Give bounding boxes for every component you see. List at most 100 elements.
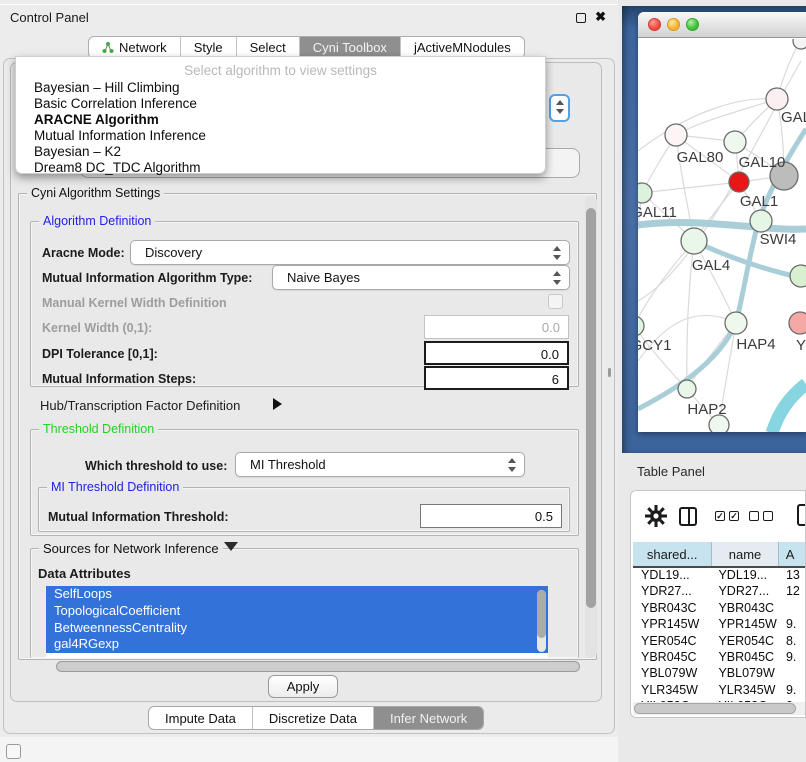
table-body[interactable]: YDL19...YDL19...13 YDR27...YDR27...12 YB… bbox=[633, 568, 806, 702]
spinner-arrows-icon bbox=[556, 100, 565, 114]
kernel-width-field[interactable]: 0.0 bbox=[424, 315, 569, 339]
table-row[interactable]: YBR045CYBR045C9. bbox=[633, 650, 806, 666]
hub-definition-toggle[interactable]: Hub/Transcription Factor Definition bbox=[40, 398, 240, 413]
attribute-item-selected[interactable]: gal4RGexp bbox=[46, 636, 548, 653]
tab-cyni-toolbox[interactable]: Cyni Toolbox bbox=[300, 37, 401, 58]
table-row[interactable]: YER054CYER054C8. bbox=[633, 634, 806, 650]
sources-group-title[interactable]: Sources for Network Inference bbox=[39, 541, 223, 556]
table-row[interactable]: YBL079WYBL079W bbox=[633, 666, 806, 682]
application-window: Control Panel ✖ Network Style Select Cyn… bbox=[0, 0, 806, 762]
node-gcy1[interactable] bbox=[638, 316, 644, 336]
panel-splitter-handle[interactable] bbox=[608, 368, 611, 377]
column-header[interactable]: shared... bbox=[633, 542, 712, 566]
table-row[interactable]: YDL19...YDL19...13 bbox=[633, 568, 806, 584]
manual-kernel-width-label: Manual Kernel Width Definition bbox=[42, 296, 227, 310]
tab-style[interactable]: Style bbox=[181, 37, 237, 58]
unchecked-checkbox-icon[interactable] bbox=[763, 511, 773, 521]
tab-network[interactable]: Network bbox=[89, 37, 181, 58]
table-horizontal-scrollbar[interactable] bbox=[633, 702, 805, 715]
table-row[interactable]: YPR145WYPR145W9. bbox=[633, 617, 806, 633]
close-window-icon[interactable] bbox=[648, 18, 661, 31]
mi-steps-field[interactable]: 6 bbox=[424, 366, 569, 390]
spinner-arrows-icon bbox=[553, 271, 562, 285]
checked-checkbox-icon[interactable]: ✓ bbox=[729, 511, 739, 521]
threshold-definition-title: Threshold Definition bbox=[39, 422, 158, 436]
document-icon[interactable] bbox=[797, 504, 806, 526]
float-panel-icon[interactable] bbox=[576, 13, 586, 23]
tab-discretize-data[interactable]: Discretize Data bbox=[253, 707, 374, 729]
dpi-tolerance-label: DPI Tolerance [0,1]: bbox=[42, 347, 158, 361]
checked-checkbox-icon[interactable]: ✓ bbox=[715, 511, 725, 521]
table-row[interactable]: YBR043CYBR043C bbox=[633, 601, 806, 617]
network-canvas[interactable]: GAL GAL80 GAL10 GAL1 GAL11 SWI4 GAL4 GCY… bbox=[638, 39, 806, 432]
tab-select[interactable]: Select bbox=[237, 37, 300, 58]
aracne-mode-label: Aracne Mode: bbox=[42, 246, 125, 260]
columns-icon[interactable] bbox=[679, 507, 697, 526]
node-hap2[interactable] bbox=[678, 380, 696, 398]
algorithm-option-selected[interactable]: ARACNE Algorithm bbox=[34, 112, 537, 128]
collapsed-arrow-icon[interactable] bbox=[273, 398, 282, 410]
unchecked-checkbox-icon[interactable] bbox=[749, 511, 759, 521]
node-label: GAL11 bbox=[638, 204, 677, 221]
algorithm-option[interactable]: Mutual Information Inference bbox=[34, 128, 537, 144]
node-gal11[interactable] bbox=[638, 183, 652, 203]
table-panel-title: Table Panel bbox=[637, 464, 705, 479]
node-gal10[interactable] bbox=[724, 131, 746, 153]
attribute-item-selected[interactable]: TopologicalCoefficient bbox=[46, 603, 548, 620]
manual-kernel-width-checkbox[interactable] bbox=[548, 294, 563, 309]
node-gal1-red[interactable] bbox=[729, 172, 749, 192]
node-table: shared... name A YDL19...YDL19...13 YDR2… bbox=[633, 542, 806, 702]
zoom-window-icon[interactable] bbox=[686, 18, 699, 31]
apply-button[interactable]: Apply bbox=[268, 675, 338, 698]
table-row[interactable]: YDR27...YDR27...12 bbox=[633, 584, 806, 600]
node-label: HAP2 bbox=[687, 401, 726, 418]
attribute-item-selected[interactable]: BetweennessCentrality bbox=[46, 620, 548, 637]
collapsed-panel-icon[interactable] bbox=[6, 744, 21, 759]
cyni-algorithm-settings-title: Cyni Algorithm Settings bbox=[27, 186, 164, 200]
minimize-window-icon[interactable] bbox=[667, 18, 680, 31]
node[interactable] bbox=[793, 39, 806, 49]
table-row[interactable]: YLR345WYLR345W9. bbox=[633, 683, 806, 699]
settings-vertical-scrollbar[interactable] bbox=[585, 196, 597, 658]
settings-horizontal-scrollbar[interactable] bbox=[55, 660, 585, 673]
data-attributes-label: Data Attributes bbox=[38, 566, 131, 581]
close-panel-icon[interactable]: ✖ bbox=[595, 9, 606, 25]
node-label: GAL bbox=[781, 109, 806, 126]
which-threshold-select[interactable]: MI Threshold bbox=[235, 452, 525, 477]
tab-impute-data[interactable]: Impute Data bbox=[149, 707, 253, 729]
bottom-tabbar: Impute Data Discretize Data Infer Networ… bbox=[148, 706, 484, 730]
algorithm-option[interactable]: Dream8 DC_TDC Algorithm bbox=[34, 160, 537, 176]
attribute-item-selected[interactable]: SelfLoops bbox=[46, 586, 548, 603]
node-swi4[interactable] bbox=[750, 210, 772, 232]
tab-jactivemnodules[interactable]: jActiveMNodules bbox=[401, 37, 524, 58]
gear-icon[interactable] bbox=[645, 505, 667, 527]
kernel-width-label: Kernel Width (0,1): bbox=[42, 321, 152, 335]
table-panel-card: ✓ ✓ shared... name A YDL19...YDL19...13 … bbox=[630, 490, 806, 718]
dpi-tolerance-field[interactable]: 0.0 bbox=[424, 341, 569, 365]
network-window-titlebar[interactable] bbox=[638, 12, 806, 38]
column-header[interactable]: A bbox=[779, 542, 806, 566]
expanded-arrow-icon[interactable] bbox=[224, 542, 238, 551]
node[interactable] bbox=[790, 265, 806, 287]
dropdown-prompt: Select algorithm to view settings bbox=[16, 63, 545, 78]
mi-algorithm-type-select[interactable]: Naive Bayes bbox=[272, 265, 570, 290]
node-label: Y bbox=[796, 337, 806, 354]
node-salmon[interactable] bbox=[789, 312, 806, 334]
column-header[interactable]: name bbox=[712, 542, 778, 566]
algorithm-option[interactable]: Bayesian – Hill Climbing bbox=[34, 80, 537, 96]
focused-spinner-fragment[interactable] bbox=[549, 94, 570, 122]
list-vertical-scrollbar[interactable] bbox=[537, 590, 546, 652]
node-hap4[interactable] bbox=[725, 312, 747, 334]
algorithm-option[interactable]: Basic Correlation Inference bbox=[34, 96, 537, 112]
mi-threshold-field[interactable]: 0.5 bbox=[420, 504, 562, 528]
aracne-mode-select[interactable]: Discovery bbox=[130, 240, 570, 265]
algorithm-option[interactable]: Bayesian – K2 bbox=[34, 144, 537, 160]
spinner-arrows-icon bbox=[508, 458, 517, 472]
node-gal4[interactable] bbox=[681, 228, 707, 254]
mi-threshold-group-title: MI Threshold Definition bbox=[47, 480, 183, 494]
data-attributes-list[interactable]: SelfLoops TopologicalCoefficient Between… bbox=[46, 586, 548, 658]
node[interactable] bbox=[766, 88, 788, 110]
tab-infer-network[interactable]: Infer Network bbox=[374, 707, 483, 729]
node-label: SWI4 bbox=[760, 231, 797, 248]
node-gal80[interactable] bbox=[665, 124, 687, 146]
